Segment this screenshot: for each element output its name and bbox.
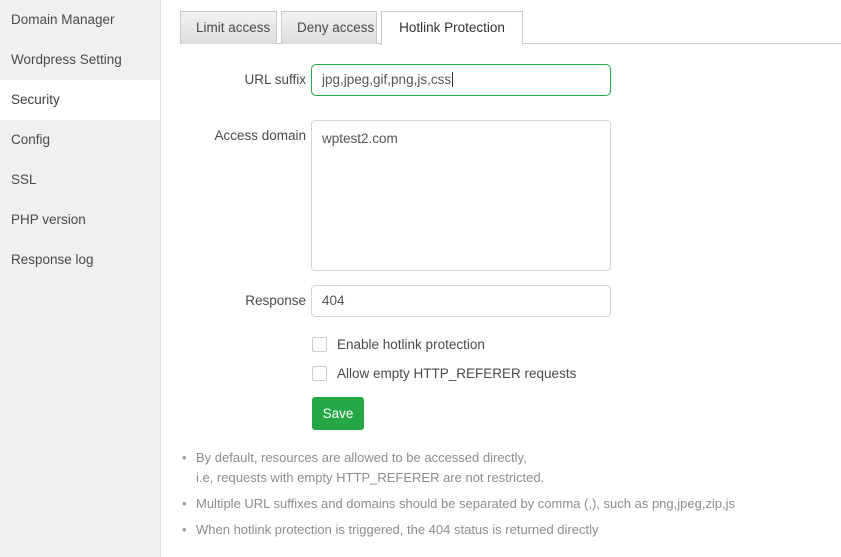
tab-limit-access[interactable]: Limit access <box>180 11 277 44</box>
note-line: When hotlink protection is triggered, th… <box>196 520 836 540</box>
response-input[interactable]: 404 <box>311 285 611 317</box>
tab-label: Hotlink Protection <box>399 20 505 35</box>
sidebar-item-label: Config <box>11 132 50 147</box>
tab-deny-access[interactable]: Deny access <box>281 11 377 44</box>
sidebar-item-label: Domain Manager <box>11 12 115 27</box>
text-caret <box>452 72 453 87</box>
bullet-icon: • <box>182 448 187 468</box>
notes-list: • By default, resources are allowed to b… <box>176 448 836 546</box>
sidebar-item-domain-manager[interactable]: Domain Manager <box>0 0 160 40</box>
allow-empty-referer-checkbox[interactable] <box>312 366 327 381</box>
settings-page: Domain Manager Wordpress Setting Securit… <box>0 0 841 557</box>
url-suffix-input[interactable]: jpg,jpeg,gif,png,js,css <box>311 64 611 96</box>
sidebar-item-label: Wordpress Setting <box>11 52 122 67</box>
save-button[interactable]: Save <box>312 397 364 430</box>
sidebar-item-response-log[interactable]: Response log <box>0 240 160 280</box>
note-line: By default, resources are allowed to be … <box>196 448 836 468</box>
sidebar: Domain Manager Wordpress Setting Securit… <box>0 0 161 557</box>
url-suffix-label: URL suffix <box>161 72 306 87</box>
sidebar-item-label: Security <box>11 92 60 107</box>
response-label: Response <box>161 293 306 308</box>
access-domain-value: wptest2.com <box>322 131 398 146</box>
tab-label: Deny access <box>297 20 374 35</box>
bullet-icon: • <box>182 494 187 514</box>
sidebar-item-label: PHP version <box>11 212 86 227</box>
response-value: 404 <box>322 293 345 308</box>
content-panel: Limit access Deny access Hotlink Protect… <box>161 0 841 557</box>
sidebar-item-config[interactable]: Config <box>0 120 160 160</box>
note-item: • When hotlink protection is triggered, … <box>176 520 836 540</box>
tab-hotlink-protection[interactable]: Hotlink Protection <box>381 11 523 45</box>
note-item: • By default, resources are allowed to b… <box>176 448 836 488</box>
sidebar-item-wordpress-setting[interactable]: Wordpress Setting <box>0 40 160 80</box>
access-domain-label: Access domain <box>161 128 306 143</box>
enable-hotlink-protection-checkbox[interactable] <box>312 337 327 352</box>
note-item: • Multiple URL suffixes and domains shou… <box>176 494 836 514</box>
enable-hotlink-protection-label: Enable hotlink protection <box>337 335 485 354</box>
tab-bar: Limit access Deny access Hotlink Protect… <box>161 0 841 44</box>
note-line: Multiple URL suffixes and domains should… <box>196 494 836 514</box>
sidebar-item-label: SSL <box>11 172 37 187</box>
tab-label: Limit access <box>196 20 270 35</box>
url-suffix-value: jpg,jpeg,gif,png,js,css <box>322 72 451 87</box>
sidebar-item-php-version[interactable]: PHP version <box>0 200 160 240</box>
access-domain-textarea[interactable]: wptest2.com <box>311 120 611 271</box>
bullet-icon: • <box>182 520 187 540</box>
sidebar-item-security[interactable]: Security <box>0 80 160 120</box>
sidebar-item-ssl[interactable]: SSL <box>0 160 160 200</box>
note-line: i.e, requests with empty HTTP_REFERER ar… <box>196 468 836 488</box>
allow-empty-referer-label: Allow empty HTTP_REFERER requests <box>337 364 576 383</box>
sidebar-item-label: Response log <box>11 252 94 267</box>
